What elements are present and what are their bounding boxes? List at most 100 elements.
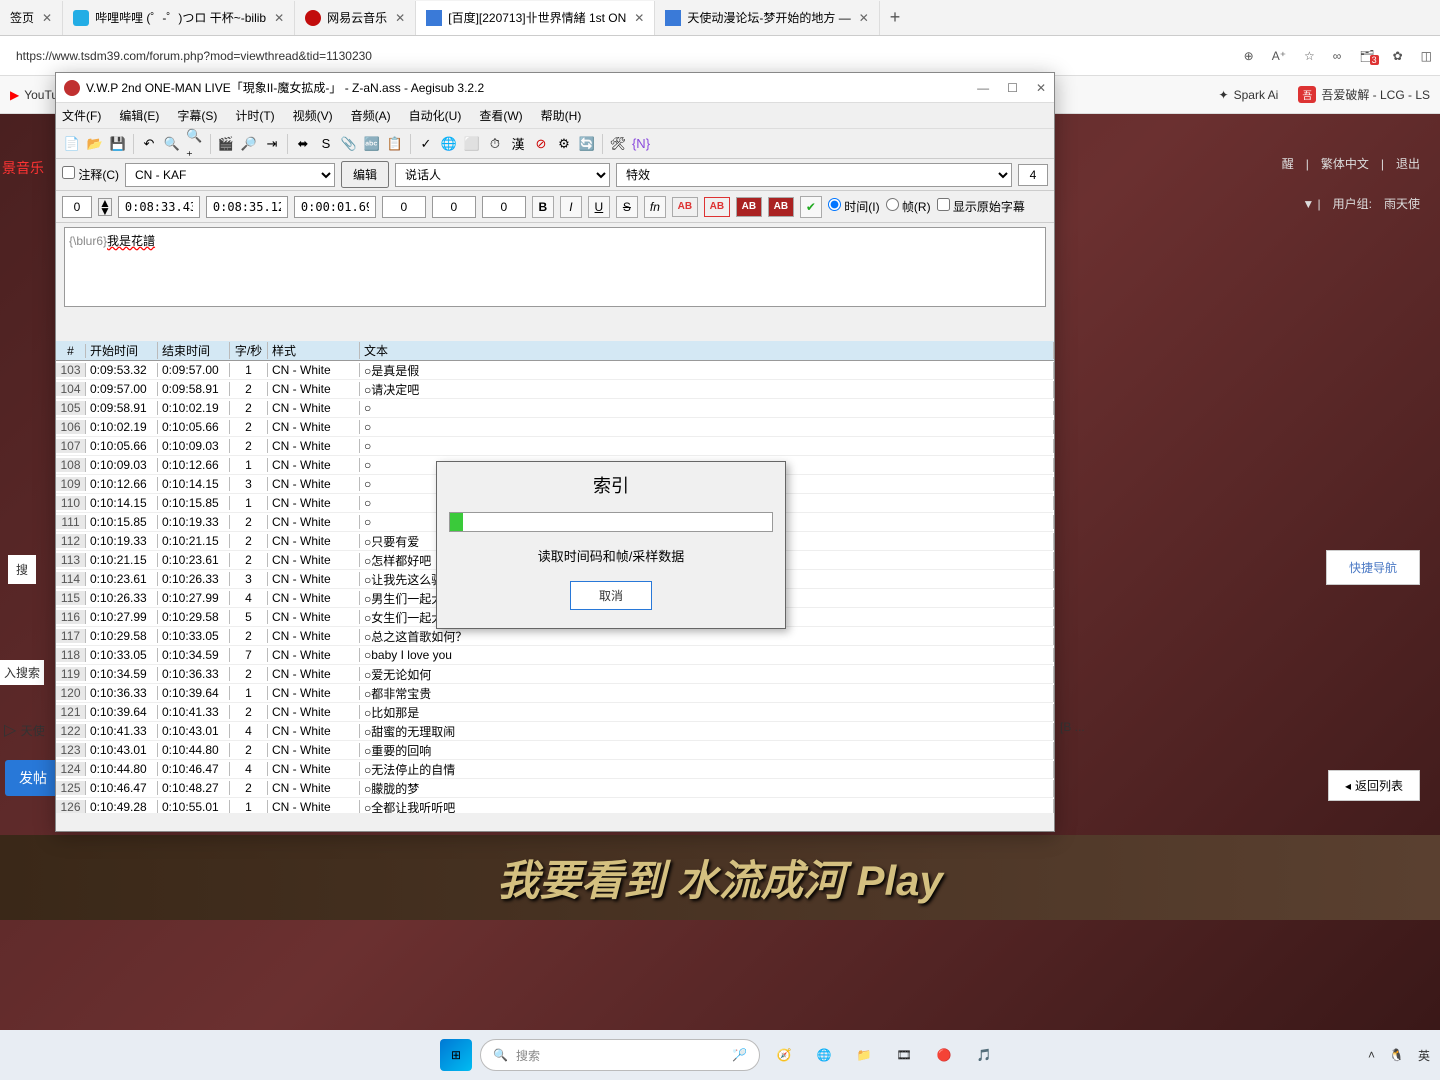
actor-select[interactable]: 说话人 xyxy=(395,163,610,187)
tab-4[interactable]: 天使动漫论坛-梦开始的地方 —✕ xyxy=(655,1,879,35)
color2-button[interactable]: AB xyxy=(704,197,730,217)
bookmark-52pojie[interactable]: 吾吾爱破解 - LCG - LS xyxy=(1298,86,1430,103)
tab-2[interactable]: 网易云音乐✕ xyxy=(295,1,416,35)
system-tray[interactable]: ˄ 🐧 英 xyxy=(1368,1047,1430,1064)
cycle-icon[interactable]: 🔄 xyxy=(577,134,597,154)
menu-automation[interactable]: 自动化(U) xyxy=(409,107,462,124)
menu-subtitle[interactable]: 字幕(S) xyxy=(177,107,217,124)
close-icon[interactable]: ✕ xyxy=(274,11,284,25)
explorer-icon-alt[interactable]: 🧭 xyxy=(768,1039,800,1071)
cancel-button[interactable]: 取消 xyxy=(570,581,652,610)
url-input[interactable]: https://www.tsdm39.com/forum.php?mod=vie… xyxy=(8,45,1244,67)
media-player-icon[interactable]: 🎞 xyxy=(888,1039,920,1071)
app-icon[interactable]: 🔴 xyxy=(928,1039,960,1071)
new-tab-button[interactable]: + xyxy=(880,7,911,28)
color1-button[interactable]: AB xyxy=(672,197,698,217)
commit-button[interactable]: ✔ xyxy=(800,196,822,218)
search-icon[interactable]: 🔍 xyxy=(162,134,182,154)
table-row[interactable]: 1190:10:34.590:10:36.332CN - White○爱无论如何 xyxy=(56,665,1054,684)
infinity-icon[interactable]: ∞ xyxy=(1333,49,1342,63)
translate-icon[interactable]: 🌐 xyxy=(439,134,459,154)
edit-style-button[interactable]: 编辑 xyxy=(341,161,389,188)
style-select[interactable]: CN - KAF xyxy=(125,163,335,187)
chevron-up-icon[interactable]: ˄ xyxy=(1368,1048,1375,1062)
nav-link[interactable]: 退出 xyxy=(1396,155,1420,172)
options-icon[interactable]: 🛠 xyxy=(608,134,628,154)
table-row[interactable]: 1250:10:46.470:10:48.272CN - White○朦胧的梦 xyxy=(56,779,1054,798)
end-time-input[interactable] xyxy=(206,196,288,218)
col-text[interactable]: 文本 xyxy=(360,342,1054,359)
table-row[interactable]: 1030:09:53.320:09:57.001CN - White○是真是假 xyxy=(56,361,1054,380)
save-icon[interactable]: 💾 xyxy=(108,134,128,154)
new-icon[interactable]: 📄 xyxy=(62,134,82,154)
time-radio[interactable]: 时间(I) xyxy=(828,198,880,215)
spinner-icon[interactable]: ▲▼ xyxy=(98,198,112,216)
duration-input[interactable] xyxy=(294,196,376,218)
table-row[interactable]: 1180:10:33.050:10:34.597CN - White○baby … xyxy=(56,646,1054,665)
close-icon[interactable]: ✕ xyxy=(859,11,869,25)
table-row[interactable]: 1070:10:05.660:10:09.032CN - White○ xyxy=(56,437,1054,456)
font-icon[interactable]: 🔤 xyxy=(362,134,382,154)
margin-v-input[interactable] xyxy=(482,196,526,218)
maximize-button[interactable]: ☐ xyxy=(1007,81,1018,95)
table-row[interactable]: 1040:09:57.000:09:58.912CN - White○请决定吧 xyxy=(56,380,1054,399)
italic-button[interactable]: I xyxy=(560,196,582,218)
taskbar-search[interactable]: 🔍搜索🏸 xyxy=(480,1039,760,1071)
menu-timing[interactable]: 计时(T) xyxy=(235,107,274,124)
menu-video[interactable]: 视频(V) xyxy=(293,107,333,124)
resample-icon[interactable]: ⬜ xyxy=(462,134,482,154)
layer-right-input[interactable] xyxy=(1018,164,1048,186)
start-time-input[interactable] xyxy=(118,196,200,218)
search-input[interactable]: 入搜索 xyxy=(0,660,44,685)
col-num[interactable]: # xyxy=(56,344,86,358)
col-start[interactable]: 开始时间 xyxy=(86,342,158,359)
kanji-icon[interactable]: 漢 xyxy=(508,134,528,154)
tab-3[interactable]: [百度][220713]卝世界情緒 1st ON✕ xyxy=(416,1,655,35)
subtitle-text-input[interactable]: {\blur6}我是花譜 xyxy=(64,227,1046,307)
margin-l-input[interactable] xyxy=(382,196,426,218)
menu-audio[interactable]: 音频(A) xyxy=(351,107,391,124)
col-cps[interactable]: 字/秒 xyxy=(230,342,268,359)
table-row[interactable]: 1210:10:39.640:10:41.332CN - White○比如那是 xyxy=(56,703,1054,722)
bookmark-spark[interactable]: ✦Spark Ai xyxy=(1219,88,1279,102)
bold-button[interactable]: B xyxy=(532,196,554,218)
effect-select[interactable]: 特效 xyxy=(616,163,1012,187)
collections-icon[interactable]: 🗂3 xyxy=(1359,49,1374,63)
color3-button[interactable]: AB xyxy=(736,197,762,217)
explorer-icon[interactable]: 📁 xyxy=(848,1039,880,1071)
menu-view[interactable]: 查看(W) xyxy=(479,107,522,124)
spell-icon[interactable]: ✓ xyxy=(416,134,436,154)
frame-radio[interactable]: 帧(R) xyxy=(886,198,931,215)
close-icon[interactable]: ✕ xyxy=(634,11,644,25)
layer-input[interactable] xyxy=(62,196,92,218)
underline-button[interactable]: U xyxy=(588,196,610,218)
table-row[interactable]: 1230:10:43.010:10:44.802CN - White○重要的回响 xyxy=(56,741,1054,760)
tab-1[interactable]: 哔哩哔哩 (゜-゜)つロ 干杯~-bilib✕ xyxy=(63,1,295,35)
margin-r-input[interactable] xyxy=(432,196,476,218)
post-button[interactable]: 发帖 xyxy=(5,760,61,796)
tag-icon[interactable]: {N} xyxy=(631,134,651,154)
table-row[interactable]: 1200:10:36.330:10:39.641CN - White○都非常宝贵 xyxy=(56,684,1054,703)
table-row[interactable]: 1050:09:58.910:10:02.192CN - White○ xyxy=(56,399,1054,418)
menu-edit[interactable]: 编辑(E) xyxy=(119,107,159,124)
col-end[interactable]: 结束时间 xyxy=(158,342,230,359)
copy-icon[interactable]: 📋 xyxy=(385,134,405,154)
video-icon[interactable]: 🎬 xyxy=(216,134,236,154)
zoom-icon[interactable]: 🔎 xyxy=(239,134,259,154)
sidebar-icon[interactable]: ◫ xyxy=(1421,49,1432,63)
undo-icon[interactable]: ↶ xyxy=(139,134,159,154)
close-icon[interactable]: ✕ xyxy=(395,11,405,25)
timing-icon[interactable]: ⏱ xyxy=(485,134,505,154)
tab-0[interactable]: 签页✕ xyxy=(0,1,63,35)
qq-icon[interactable]: 🐧 xyxy=(1389,1048,1404,1062)
replace-icon[interactable]: 🔍₊ xyxy=(185,134,205,154)
start-button[interactable]: ⊞ xyxy=(440,1039,472,1071)
col-style[interactable]: 样式 xyxy=(268,342,360,359)
table-row[interactable]: 1220:10:41.330:10:43.014CN - White○甜蜜的无理… xyxy=(56,722,1054,741)
table-row[interactable]: 1060:10:02.190:10:05.662CN - White○ xyxy=(56,418,1054,437)
shift-icon[interactable]: ⬌ xyxy=(293,134,313,154)
ad-banner[interactable]: 我要看到 水流成河 Play xyxy=(0,835,1440,920)
extensions-icon[interactable]: ✿ xyxy=(1393,49,1403,63)
favorite-icon[interactable]: ☆ xyxy=(1304,49,1315,63)
show-original-checkbox[interactable]: 显示原始字幕 xyxy=(937,198,1025,215)
